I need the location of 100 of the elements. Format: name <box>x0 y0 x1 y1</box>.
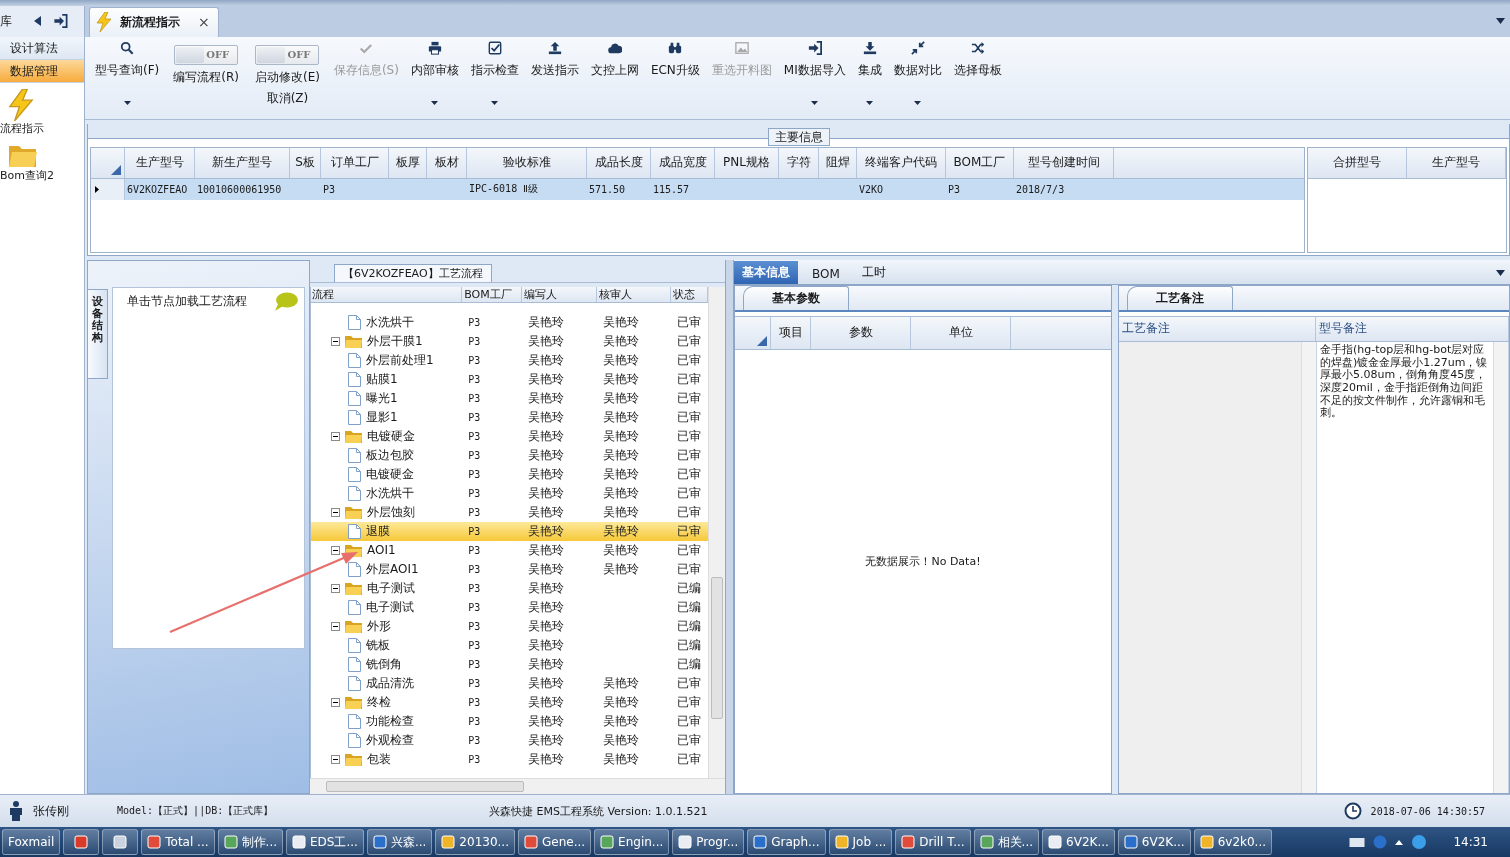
launcher-label[interactable]: 流程指示 <box>0 120 44 136</box>
column-header[interactable]: 编写人 <box>521 286 597 302</box>
expand-toggle[interactable] <box>331 507 340 517</box>
ribbon-button[interactable]: 数据对比 <box>887 36 948 115</box>
tree-row[interactable]: 显影1 P3 吴艳玲 吴艳玲 已审 <box>311 407 708 427</box>
taskbar-button[interactable]: Foxmail <box>2 829 61 856</box>
keyboard-icon[interactable] <box>1349 836 1366 849</box>
column-header[interactable]: 型号备注 <box>1316 316 1509 341</box>
tree-row[interactable]: 电镀硬金 P3 吴艳玲 吴艳玲 已审 <box>311 464 708 484</box>
launcher-label[interactable]: Bom查询2 <box>0 167 54 183</box>
tree-row[interactable]: 外层前处理1 P3 吴艳玲 吴艳玲 已审 <box>311 350 708 370</box>
tree-row[interactable]: 铣倒角 P3 吴艳玲 已编 <box>311 654 708 674</box>
toggle-switch[interactable]: OFF <box>255 44 320 65</box>
ribbon-button[interactable]: 型号查询(F) <box>89 36 166 115</box>
expand-toggle[interactable] <box>331 754 340 764</box>
tab[interactable]: 基本信息 <box>734 260 798 284</box>
tree-row[interactable]: 电子测试 P3 吴艳玲 已编 <box>311 597 708 617</box>
column-header[interactable]: 阻焊 <box>819 147 857 178</box>
tree-row[interactable]: 板边包胶 P3 吴艳玲 吴艳玲 已审 <box>311 445 708 465</box>
taskbar-button[interactable]: Drill T... <box>895 829 971 856</box>
ribbon-button[interactable]: ECN升级 <box>644 36 706 115</box>
taskbar-button[interactable]: 6V2K... <box>1117 829 1191 856</box>
expand-toggle[interactable] <box>331 583 340 593</box>
document-tab[interactable]: 新流程指示 × <box>89 6 219 37</box>
expand-toggle[interactable] <box>331 545 340 555</box>
column-header[interactable]: 项目 <box>771 316 811 349</box>
column-header[interactable]: 板材 <box>427 147 467 178</box>
taskbar-button[interactable]: Job ... <box>828 829 893 856</box>
tree-row[interactable]: 外形 P3 吴艳玲 已编 <box>311 616 708 636</box>
column-header[interactable]: 单位 <box>911 316 1011 349</box>
vertical-scrollbar[interactable] <box>708 286 725 779</box>
column-header[interactable]: 合拼型号 <box>1308 147 1407 178</box>
scroll-thumb[interactable] <box>711 576 723 719</box>
taskbar-button[interactable]: Total ... <box>141 829 215 856</box>
tree-row[interactable]: 电子测试 P3 吴艳玲 已编 <box>311 578 708 598</box>
expand-toggle[interactable] <box>331 431 340 441</box>
ribbon-button[interactable]: MI数据导入 <box>777 36 852 115</box>
tree-row[interactable]: 成品清洗 P3 吴艳玲 吴艳玲 已审 <box>311 673 708 693</box>
ribbon-button[interactable]: 内部审核 <box>404 36 465 115</box>
taskbar-button[interactable]: Progr... <box>672 829 745 856</box>
tree-row[interactable]: 外层蚀刻 P3 吴艳玲 吴艳玲 已审 <box>311 502 708 522</box>
taskbar-button[interactable]: 兴森... <box>366 829 433 856</box>
tab[interactable]: BOM <box>804 263 848 284</box>
taskbar-clock[interactable]: 14:31 <box>1453 835 1488 850</box>
column-header[interactable]: 成品长度 <box>587 147 651 178</box>
caret-icon[interactable] <box>1496 18 1505 24</box>
tree-row[interactable]: 铣板 P3 吴艳玲 已编 <box>311 635 708 655</box>
expand-toggle[interactable] <box>331 336 340 346</box>
tab[interactable]: 基本参数 <box>743 285 849 310</box>
tree-row[interactable]: 外层AOI1 P3 吴艳玲 吴艳玲 已审 <box>311 559 708 579</box>
column-header[interactable]: 流程 <box>311 286 463 302</box>
tab[interactable]: 工艺备注 <box>1127 285 1233 310</box>
close-button[interactable]: × <box>198 14 210 31</box>
column-header[interactable]: 验收标准 <box>467 147 587 178</box>
tree-row[interactable]: 贴膜1 P3 吴艳玲 吴艳玲 已审 <box>311 369 708 389</box>
taskbar-button[interactable]: Graph... <box>747 829 826 856</box>
tree-row[interactable]: 终检 P3 吴艳玲 吴艳玲 已审 <box>311 692 708 712</box>
taskbar-button[interactable]: 6V2K... <box>1042 829 1115 856</box>
taskbar-button[interactable]: 相关... <box>973 829 1040 856</box>
column-header[interactable]: 字符 <box>779 147 819 178</box>
column-header[interactable]: BOM工厂 <box>462 286 522 302</box>
toggle-switch[interactable]: OFF <box>174 44 239 65</box>
taskbar-button[interactable] <box>102 829 139 856</box>
column-header[interactable]: 参数 <box>811 316 911 349</box>
column-header[interactable]: 型号创建时间 <box>1014 147 1114 178</box>
tree-row[interactable]: 电镀硬金 P3 吴艳玲 吴艳玲 已审 <box>311 426 708 446</box>
column-header[interactable]: PNL规格 <box>715 147 779 178</box>
expand-toggle[interactable] <box>331 697 340 707</box>
taskbar-button[interactable]: Gene... <box>518 829 592 856</box>
tree-row[interactable]: 功能检查 P3 吴艳玲 吴艳玲 已审 <box>311 711 708 731</box>
column-header[interactable]: 板厚 <box>389 147 427 178</box>
taskbar-button[interactable]: 6v2k0... <box>1193 829 1273 856</box>
column-header[interactable]: 成品宽度 <box>651 147 715 178</box>
taskbar-button[interactable] <box>63 829 100 856</box>
vertical-scrollbar[interactable] <box>1493 341 1508 794</box>
lightning-icon[interactable] <box>8 88 34 121</box>
tab[interactable]: 工时 <box>853 260 894 284</box>
tree-row[interactable]: 外观检查 P3 吴艳玲 吴艳玲 已审 <box>311 730 708 750</box>
network-icon[interactable] <box>1411 834 1428 851</box>
taskbar-button[interactable]: EDS工... <box>286 829 364 856</box>
ribbon-button[interactable]: 文控上网 <box>584 36 645 115</box>
column-header[interactable]: 终端客户代码 <box>857 147 946 178</box>
sidebar-item[interactable]: 数据管理 <box>0 59 84 83</box>
sign-in-button[interactable] <box>53 14 68 29</box>
sidebar-item[interactable]: 设计算法 <box>0 36 84 60</box>
tree-row[interactable]: 水洗烘干 P3 吴艳玲 吴艳玲 已审 <box>311 312 708 332</box>
column-header[interactable]: 核审人 <box>596 286 672 302</box>
ribbon-button[interactable]: 指示检查 <box>464 36 525 115</box>
up-caret-icon[interactable] <box>1395 839 1404 845</box>
taskbar-button[interactable]: 制作... <box>217 829 283 856</box>
tree-row[interactable]: 退膜 P3 吴艳玲 吴艳玲 已审 <box>311 521 708 541</box>
caret-icon[interactable] <box>1496 269 1505 276</box>
ribbon-button[interactable]: 选择母板 <box>947 36 1008 115</box>
taskbar-button[interactable]: Engin... <box>594 829 670 856</box>
horizontal-scrollbar[interactable] <box>310 778 725 795</box>
column-header[interactable]: BOM工厂 <box>946 147 1014 178</box>
column-header[interactable]: 生产型号 <box>125 147 195 178</box>
scroll-thumb[interactable] <box>326 781 524 793</box>
tree-row[interactable]: 包装 P3 吴艳玲 吴艳玲 已审 <box>311 749 708 769</box>
tree-row[interactable]: 水洗烘干 P3 吴艳玲 吴艳玲 已审 <box>311 483 708 503</box>
